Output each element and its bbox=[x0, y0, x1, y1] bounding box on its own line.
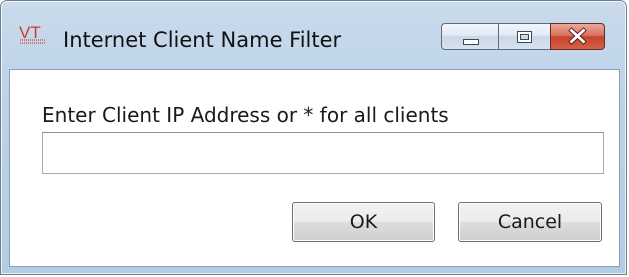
minimize-button[interactable] bbox=[441, 23, 498, 50]
vt-logo-icon: VT bbox=[19, 23, 45, 44]
window-title: Internet Client Name Filter bbox=[63, 28, 342, 52]
close-icon bbox=[568, 27, 587, 45]
ip-address-prompt: Enter Client IP Address or * for all cli… bbox=[42, 103, 449, 127]
caption-buttons bbox=[441, 23, 605, 50]
minimize-icon bbox=[463, 39, 479, 45]
title-bar[interactable]: VT Internet Client Name Filter bbox=[1, 1, 626, 69]
dialog-window: VT Internet Client Name Filter Enter Cli… bbox=[0, 0, 627, 275]
ok-button[interactable]: OK bbox=[292, 202, 435, 242]
dialog-body: Enter Client IP Address or * for all cli… bbox=[9, 69, 620, 267]
logo-text: VT bbox=[19, 23, 41, 42]
maximize-icon bbox=[517, 31, 532, 43]
close-button[interactable] bbox=[550, 23, 605, 50]
maximize-button[interactable] bbox=[498, 23, 550, 50]
cancel-button[interactable]: Cancel bbox=[458, 202, 602, 242]
client-ip-input[interactable] bbox=[42, 132, 604, 174]
